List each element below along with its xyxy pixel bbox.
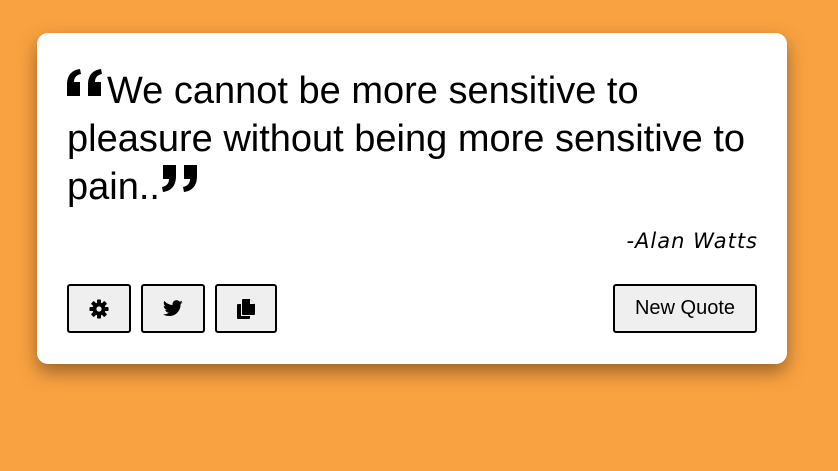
gear-icon bbox=[89, 299, 109, 319]
copy-icon bbox=[237, 298, 255, 319]
new-quote-button[interactable]: New Quote bbox=[613, 284, 757, 333]
twitter-share-button[interactable] bbox=[141, 284, 205, 333]
quote-block: We cannot be more sensitive to pleasure … bbox=[67, 67, 747, 211]
copy-button[interactable] bbox=[215, 284, 277, 333]
quote-author: -Alan Watts bbox=[626, 229, 758, 253]
open-quote-icon bbox=[67, 69, 107, 103]
settings-button[interactable] bbox=[67, 284, 131, 333]
close-quote-icon bbox=[161, 165, 202, 199]
twitter-icon bbox=[163, 300, 183, 317]
quote-card: We cannot be more sensitive to pleasure … bbox=[37, 33, 787, 364]
